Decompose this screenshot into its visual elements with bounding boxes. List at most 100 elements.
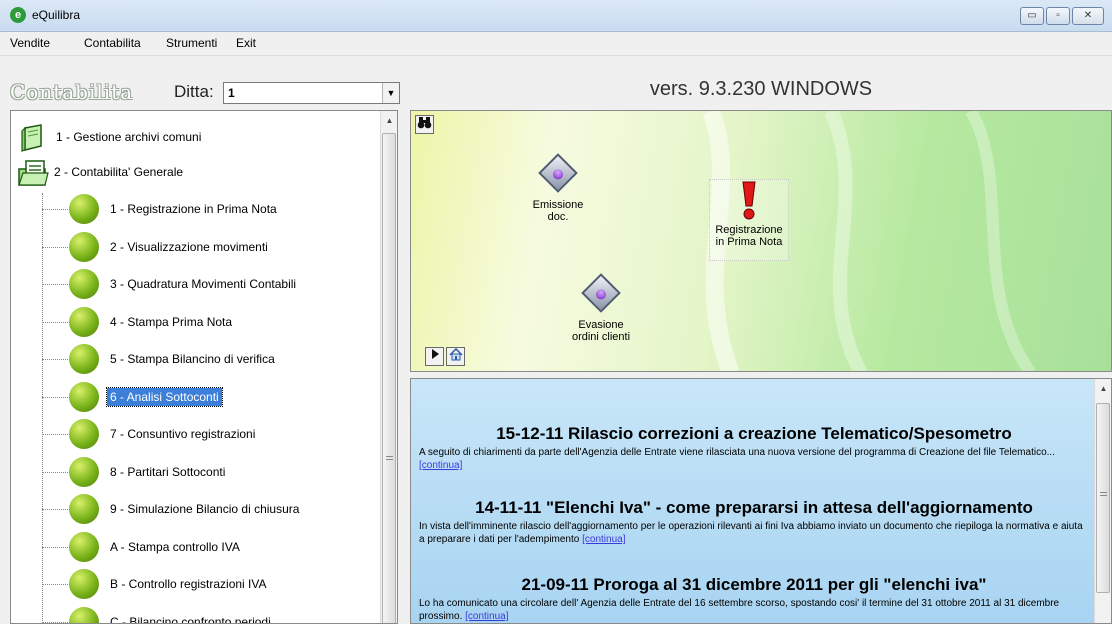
menu-contabilita[interactable]: Contabilita xyxy=(84,36,141,50)
tree-connector xyxy=(42,359,72,360)
news-panel: 15-12-11 Rilascio correzioni a creazione… xyxy=(410,378,1112,624)
home-icon[interactable] xyxy=(446,347,465,366)
tree-item[interactable]: 5 - Stampa Bilancino di verifica xyxy=(69,341,278,377)
minimize-button[interactable]: ▭ xyxy=(1020,7,1044,25)
news-body: Lo ha comunicato una circolare dell' Age… xyxy=(419,598,1060,622)
tree-item[interactable]: 9 - Simulazione Bilancio di chiusura xyxy=(69,491,302,527)
tree-connector xyxy=(42,434,72,435)
tree-item-label: C - Bilancino confronto periodi xyxy=(110,614,271,624)
tree-item[interactable]: 7 - Consuntivo registrazioni xyxy=(69,416,258,452)
map-node-registrazione[interactable]: Registrazione in Prima Nota xyxy=(709,179,789,261)
menu-vendite[interactable]: Vendite xyxy=(10,36,50,50)
version-label: vers. 9.3.230 WINDOWS xyxy=(649,78,873,100)
green-ball-icon xyxy=(69,269,99,299)
tree-item[interactable]: C - Bilancino confronto periodi xyxy=(69,604,274,624)
tree-item-label: 7 - Consuntivo registrazioni xyxy=(110,427,256,441)
scroll-up-icon[interactable]: ▲ xyxy=(1095,381,1111,397)
news-continue-link[interactable]: [continua] xyxy=(419,460,462,471)
tree-item[interactable]: B - Controllo registrazioni IVA xyxy=(69,566,270,602)
map-node-emissione[interactable]: Emissione doc. xyxy=(523,153,593,223)
green-ball-icon xyxy=(69,456,99,487)
green-ball-icon xyxy=(69,569,99,599)
news-scrollbar[interactable]: ▲ xyxy=(1094,379,1111,623)
green-ball-icon xyxy=(69,606,99,623)
node-label-line1: Registrazione xyxy=(715,224,783,236)
news-item: 15-12-11 Rilascio correzioni a creazione… xyxy=(419,424,1089,472)
tree-item[interactable]: 2 - Visualizzazione movimenti xyxy=(69,229,271,265)
tree-scrollbar[interactable]: ▲ xyxy=(380,111,397,623)
menu-tree: 1 - Gestione archivi comuni 2 - Contabil… xyxy=(10,110,398,624)
left-header: Contabilita Ditta: 1 ▼ xyxy=(0,56,409,109)
title-bar: e eQuilibra ▭ ▫ ✕ xyxy=(0,0,1112,32)
node-label-line2: ordini clienti xyxy=(571,331,631,343)
tree-connector xyxy=(42,396,72,398)
menu-strumenti[interactable]: Strumenti xyxy=(166,36,217,50)
news-title: 14-11-11 "Elenchi Iva" - come prepararsi… xyxy=(475,498,1033,517)
tree-item-label: 3 - Quadratura Movimenti Contabili xyxy=(110,277,297,291)
play-icon[interactable] xyxy=(425,347,444,366)
tree-connector xyxy=(42,209,72,210)
scroll-up-icon[interactable]: ▲ xyxy=(381,113,397,129)
tree-root-gestione-archivi[interactable]: 1 - Gestione archivi comuni xyxy=(19,119,204,155)
node-label-line1: Emissione xyxy=(532,199,584,211)
tree-connector xyxy=(42,546,72,548)
process-diamond-icon xyxy=(538,153,578,193)
maximize-button[interactable]: ▫ xyxy=(1046,7,1070,25)
tree-item-label: B - Controllo registrazioni IVA xyxy=(110,577,267,591)
tree-item[interactable]: 8 - Partitari Sottoconti xyxy=(69,454,228,490)
tree-connector xyxy=(42,621,72,623)
tree-item[interactable]: 6 - Analisi Sottoconti xyxy=(69,379,223,415)
tree-connector xyxy=(42,471,72,473)
tree-item[interactable]: A - Stampa controllo IVA xyxy=(69,529,243,565)
node-label-line2: in Prima Nota xyxy=(715,236,783,248)
tree-root-label: 1 - Gestione archivi comuni xyxy=(56,130,202,144)
process-diamond-icon xyxy=(581,273,621,313)
green-ball-icon xyxy=(69,194,99,224)
application-window: e eQuilibra ▭ ▫ ✕ Vendite Contabilita St… xyxy=(0,0,1112,624)
chevron-down-icon[interactable]: ▼ xyxy=(382,83,399,103)
node-label-line2: doc. xyxy=(547,211,569,223)
map-node-evasione[interactable]: Evasione ordini clienti xyxy=(561,273,641,343)
menu-bar: Vendite Contabilita Strumenti Exit xyxy=(0,32,1112,56)
section-title: Contabilita xyxy=(10,80,134,104)
tree-connector xyxy=(42,246,72,248)
node-label-line1: Evasione xyxy=(578,319,624,331)
ditta-select[interactable]: 1 ▼ xyxy=(223,82,400,104)
tree-item-label: 6 - Analisi Sottoconti xyxy=(106,386,223,407)
news-item: 21-09-11 Proroga al 31 dicembre 2011 per… xyxy=(419,575,1089,623)
close-button[interactable]: ✕ xyxy=(1072,7,1104,25)
tree-item-label: 8 - Partitari Sottoconti xyxy=(110,464,226,479)
tree-connector xyxy=(42,321,72,323)
tree-item[interactable]: 1 - Registrazione in Prima Nota xyxy=(69,191,280,227)
tree-connector xyxy=(42,193,43,623)
news-continue-link[interactable]: [continua] xyxy=(465,611,508,622)
tree-item-label: 2 - Visualizzazione movimenti xyxy=(110,239,268,254)
green-ball-icon xyxy=(69,381,99,412)
news-scroll-thumb[interactable] xyxy=(1096,403,1110,593)
green-ball-icon xyxy=(69,494,99,524)
grip-icon xyxy=(386,456,393,460)
tree-item-label: 5 - Stampa Bilancino di verifica xyxy=(110,352,275,366)
green-ball-icon xyxy=(69,419,99,449)
news-title: 21-09-11 Proroga al 31 dicembre 2011 per… xyxy=(521,575,987,594)
folder-closed-icon xyxy=(19,124,45,152)
news-title: 15-12-11 Rilascio correzioni a creazione… xyxy=(496,424,1012,443)
ditta-label: Ditta: xyxy=(174,82,214,101)
news-body: In vista dell'imminente rilascio dell'ag… xyxy=(419,521,1083,545)
green-ball-icon xyxy=(69,344,99,374)
window-title: eQuilibra xyxy=(32,8,81,22)
tree-item[interactable]: 3 - Quadratura Movimenti Contabili xyxy=(69,266,299,302)
tree-connector xyxy=(42,584,72,585)
tree-item[interactable]: 4 - Stampa Prima Nota xyxy=(69,304,235,340)
news-item: 14-11-11 "Elenchi Iva" - come prepararsi… xyxy=(419,498,1089,546)
folder-open-icon xyxy=(17,159,49,186)
tree-scroll-thumb[interactable] xyxy=(382,133,396,623)
green-ball-icon xyxy=(69,231,99,262)
news-continue-link[interactable]: [continua] xyxy=(582,534,625,545)
menu-exit[interactable]: Exit xyxy=(236,36,256,50)
e-leaf-icon: e xyxy=(10,7,26,23)
tree-root-contabilita-generale[interactable]: 2 - Contabilita' Generale xyxy=(17,154,186,190)
tree-item-label: A - Stampa controllo IVA xyxy=(110,539,240,554)
binoculars-icon[interactable] xyxy=(415,115,434,134)
grip-icon xyxy=(1100,492,1107,496)
